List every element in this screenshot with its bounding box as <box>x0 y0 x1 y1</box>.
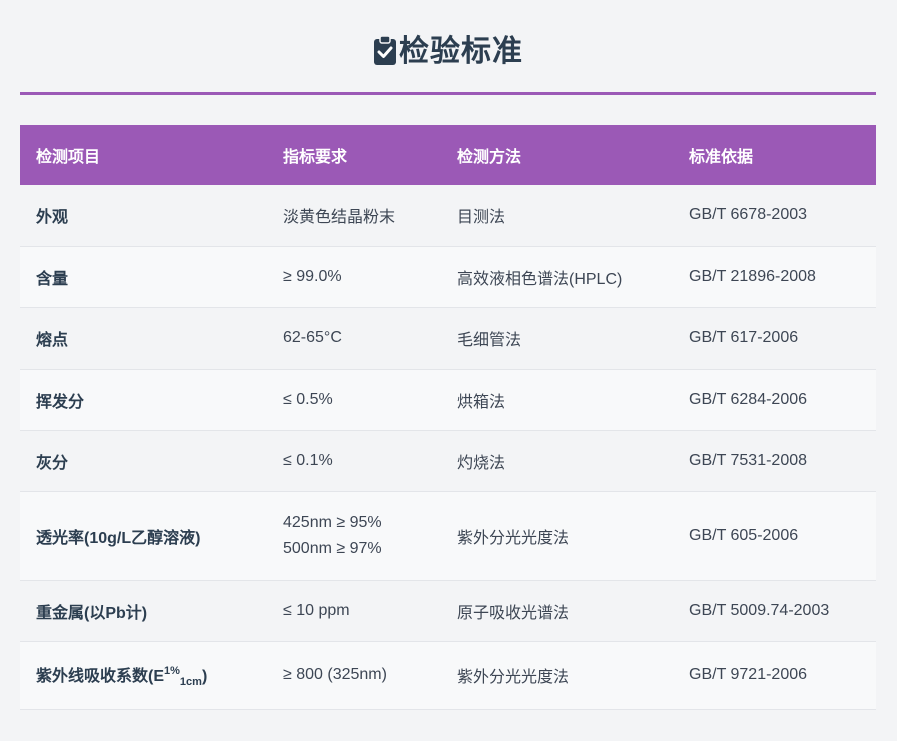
cell-standard: GB/T 6678-2003 <box>673 185 876 247</box>
cell-requirement: 淡黄色结晶粉末 <box>267 185 441 247</box>
cell-method: 目测法 <box>441 185 673 247</box>
cell-standard: GB/T 5009.74-2003 <box>673 580 876 642</box>
cell-requirement: 62-65°C <box>267 307 441 370</box>
cell-item: 重金属(以Pb计) <box>20 580 267 642</box>
item-superscript: 1% <box>164 665 180 677</box>
column-header-item: 检测项目 <box>20 125 267 185</box>
cell-standard: GB/T 9721-2006 <box>673 641 876 710</box>
title-text: 检验标准 <box>399 35 523 68</box>
requirement-line: 500nm ≥ 97% <box>283 539 382 557</box>
cell-requirement: ≤ 0.1% <box>267 430 441 492</box>
table-row: 熔点 62-65°C 毛细管法 GB/T 617-2006 <box>20 307 876 370</box>
cell-method: 毛细管法 <box>441 307 673 370</box>
cell-standard: GB/T 7531-2008 <box>673 430 876 492</box>
inspection-table: 检测项目 指标要求 检测方法 标准依据 外观 淡黄色结晶粉末 目测法 GB/T … <box>20 125 876 710</box>
cell-standard: GB/T 6284-2006 <box>673 369 876 431</box>
page-title: 检验标准 <box>20 32 876 72</box>
cell-item: 灰分 <box>20 430 267 492</box>
cell-standard: GB/T 21896-2008 <box>673 246 876 308</box>
cell-requirement: ≤ 0.5% <box>267 369 441 431</box>
cell-requirement: ≥ 800 (325nm) <box>267 641 441 710</box>
cell-item: 挥发分 <box>20 369 267 431</box>
clipboard-check-icon <box>374 35 396 65</box>
header: 检验标准 <box>20 0 876 95</box>
table-row: 透光率(10g/L乙醇溶液) 425nm ≥ 95% 500nm ≥ 97% 紫… <box>20 491 876 581</box>
cell-item: 紫外线吸收系数(E1%1cm) <box>20 641 267 710</box>
cell-method: 灼烧法 <box>441 430 673 492</box>
cell-requirement: ≥ 99.0% <box>267 246 441 308</box>
column-header-requirement: 指标要求 <box>267 125 441 185</box>
page: 检验标准 检测项目 指标要求 检测方法 标准依据 外观 淡黄色结晶粉末 目测法 … <box>0 0 897 741</box>
cell-method: 高效液相色谱法(HPLC) <box>441 246 673 308</box>
cell-item: 含量 <box>20 246 267 308</box>
table-row: 重金属(以Pb计) ≤ 10 ppm 原子吸收光谱法 GB/T 5009.74-… <box>20 580 876 642</box>
item-close: ) <box>201 668 208 685</box>
item-main: 紫外线吸收系数(E <box>36 668 165 685</box>
cell-method: 紫外分光光度法 <box>441 491 673 581</box>
table-row: 挥发分 ≤ 0.5% 烘箱法 GB/T 6284-2006 <box>20 369 876 431</box>
column-header-method: 检测方法 <box>441 125 673 185</box>
column-header-standard: 标准依据 <box>673 125 876 185</box>
table-header-row: 检测项目 指标要求 检测方法 标准依据 <box>20 125 876 185</box>
cell-item: 熔点 <box>20 307 267 370</box>
table-row: 外观 淡黄色结晶粉末 目测法 GB/T 6678-2003 <box>20 185 876 247</box>
cell-requirement: ≤ 10 ppm <box>267 580 441 642</box>
cell-standard: GB/T 617-2006 <box>673 307 876 370</box>
cell-method: 原子吸收光谱法 <box>441 580 673 642</box>
cell-standard: GB/T 605-2006 <box>673 491 876 581</box>
requirement-line: 425nm ≥ 95% <box>283 513 382 531</box>
cell-requirement: 425nm ≥ 95% 500nm ≥ 97% <box>267 491 441 581</box>
table-row: 含量 ≥ 99.0% 高效液相色谱法(HPLC) GB/T 21896-2008 <box>20 246 876 308</box>
cell-item: 外观 <box>20 185 267 247</box>
cell-method: 紫外分光光度法 <box>441 641 673 710</box>
item-subscript: 1cm <box>179 676 202 688</box>
cell-method: 烘箱法 <box>441 369 673 431</box>
table-row: 灰分 ≤ 0.1% 灼烧法 GB/T 7531-2008 <box>20 430 876 492</box>
table-row: 紫外线吸收系数(E1%1cm) ≥ 800 (325nm) 紫外分光光度法 GB… <box>20 641 876 710</box>
cell-item: 透光率(10g/L乙醇溶液) <box>20 491 267 581</box>
